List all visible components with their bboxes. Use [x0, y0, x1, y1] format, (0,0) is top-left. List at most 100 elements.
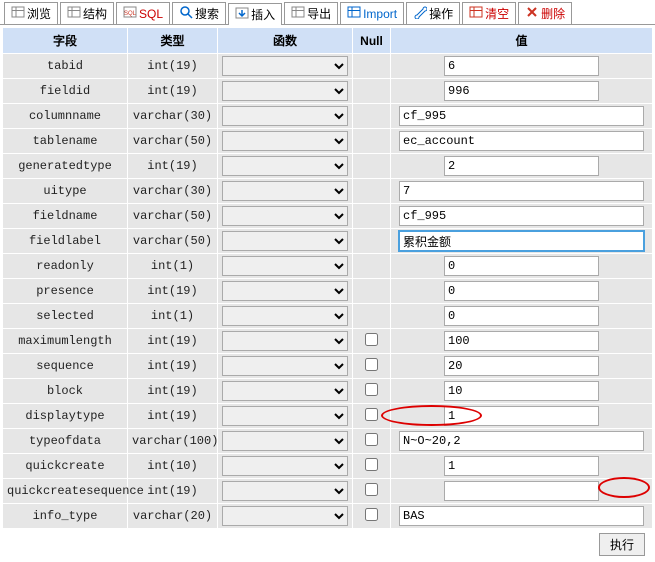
function-select[interactable]	[222, 181, 348, 201]
null-cell	[353, 129, 391, 154]
function-cell	[218, 129, 353, 154]
value-input[interactable]	[444, 56, 599, 76]
null-checkbox[interactable]	[365, 483, 378, 496]
header-value: 值	[391, 28, 653, 54]
table-row: blockint(19)	[3, 379, 653, 404]
table-row: maximumlengthint(19)	[3, 329, 653, 354]
value-cell	[391, 204, 653, 229]
tab-插入[interactable]: 插入	[228, 3, 282, 25]
tabs-bar: 浏览结构SQLSQL搜索插入导出Import操作清空 删除	[0, 0, 655, 25]
function-select[interactable]	[222, 506, 348, 526]
function-cell	[218, 379, 353, 404]
form-footer: 执行	[2, 529, 653, 560]
table-row: readonlyint(1)	[3, 254, 653, 279]
table-icon	[469, 5, 483, 22]
field-type-cell: varchar(50)	[128, 229, 218, 254]
tab-sql[interactable]: SQLSQL	[116, 2, 170, 24]
tab-搜索[interactable]: 搜索	[172, 2, 226, 24]
null-checkbox[interactable]	[365, 433, 378, 446]
value-input[interactable]	[399, 181, 644, 201]
tab-import[interactable]: Import	[340, 2, 404, 24]
wrench-icon	[413, 5, 427, 22]
field-name-cell: readonly	[3, 254, 128, 279]
value-input[interactable]	[444, 156, 599, 176]
function-cell	[218, 254, 353, 279]
null-checkbox[interactable]	[365, 508, 378, 521]
value-cell	[391, 129, 653, 154]
field-name-cell: fieldname	[3, 204, 128, 229]
value-cell	[391, 229, 653, 254]
value-input[interactable]	[444, 456, 599, 476]
function-select[interactable]	[222, 456, 348, 476]
value-input[interactable]	[444, 256, 599, 276]
function-cell	[218, 429, 353, 454]
function-cell	[218, 79, 353, 104]
function-select[interactable]	[222, 356, 348, 376]
function-select[interactable]	[222, 56, 348, 76]
function-select[interactable]	[222, 106, 348, 126]
function-select[interactable]	[222, 131, 348, 151]
value-cell	[391, 429, 653, 454]
value-input[interactable]	[444, 331, 599, 351]
function-cell	[218, 504, 353, 529]
function-select[interactable]	[222, 281, 348, 301]
null-cell	[353, 454, 391, 479]
value-input[interactable]	[399, 231, 644, 251]
value-input[interactable]	[399, 431, 644, 451]
null-checkbox[interactable]	[365, 408, 378, 421]
function-select[interactable]	[222, 256, 348, 276]
function-select[interactable]	[222, 306, 348, 326]
table-icon	[67, 5, 81, 22]
table-icon	[11, 5, 25, 22]
tab-导出[interactable]: 导出	[284, 2, 338, 24]
table-row: fieldnamevarchar(50)	[3, 204, 653, 229]
value-input[interactable]	[399, 131, 644, 151]
value-input[interactable]	[444, 281, 599, 301]
function-select[interactable]	[222, 231, 348, 251]
function-select[interactable]	[222, 381, 348, 401]
tab-浏览[interactable]: 浏览	[4, 2, 58, 24]
value-input[interactable]	[444, 481, 599, 501]
value-input[interactable]	[399, 506, 644, 526]
function-select[interactable]	[222, 431, 348, 451]
tab-结构[interactable]: 结构	[60, 2, 114, 24]
insert-form-table: 字段 类型 函数 Null 值 tabidint(19)fieldidint(1…	[2, 27, 653, 529]
function-select[interactable]	[222, 331, 348, 351]
value-cell	[391, 104, 653, 129]
null-checkbox[interactable]	[365, 383, 378, 396]
value-input[interactable]	[444, 306, 599, 326]
value-input[interactable]	[444, 381, 599, 401]
tab-label: 浏览	[27, 5, 51, 22]
submit-button[interactable]: 执行	[599, 533, 645, 556]
function-select[interactable]	[222, 481, 348, 501]
tab-删除[interactable]: 删除	[518, 2, 572, 24]
field-name-cell: quickcreate	[3, 454, 128, 479]
tab-清空[interactable]: 清空	[462, 2, 516, 24]
function-cell	[218, 354, 353, 379]
sql-icon: SQL	[123, 5, 137, 22]
value-input[interactable]	[444, 356, 599, 376]
null-checkbox[interactable]	[365, 358, 378, 371]
value-cell	[391, 304, 653, 329]
null-cell	[353, 354, 391, 379]
function-select[interactable]	[222, 406, 348, 426]
null-cell	[353, 154, 391, 179]
null-cell	[353, 304, 391, 329]
field-name-cell: selected	[3, 304, 128, 329]
table-icon	[347, 5, 361, 22]
field-type-cell: varchar(30)	[128, 104, 218, 129]
value-input[interactable]	[399, 106, 644, 126]
function-select[interactable]	[222, 206, 348, 226]
function-select[interactable]	[222, 81, 348, 101]
tab-label: 删除	[541, 5, 565, 22]
function-select[interactable]	[222, 156, 348, 176]
table-row: selectedint(1)	[3, 304, 653, 329]
header-func: 函数	[218, 28, 353, 54]
value-input[interactable]	[444, 81, 599, 101]
table-row: uitypevarchar(30)	[3, 179, 653, 204]
tab-操作[interactable]: 操作	[406, 2, 460, 24]
null-checkbox[interactable]	[365, 458, 378, 471]
value-input[interactable]	[444, 406, 599, 426]
value-input[interactable]	[399, 206, 644, 226]
null-checkbox[interactable]	[365, 333, 378, 346]
